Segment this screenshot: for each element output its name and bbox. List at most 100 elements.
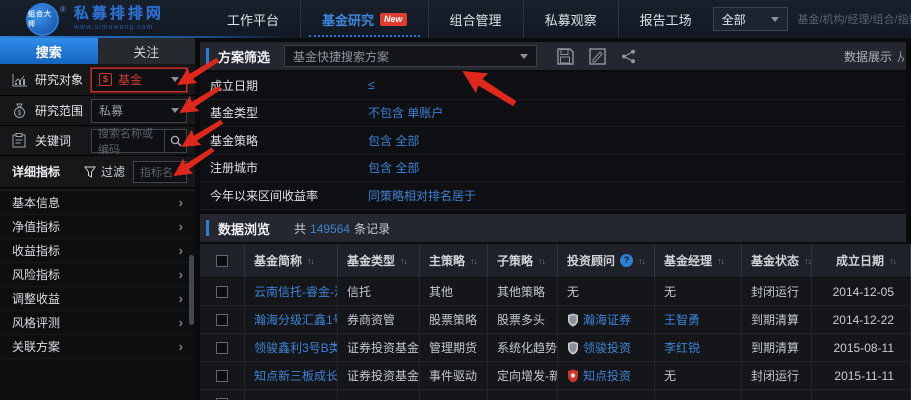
column-header-manager[interactable]: 基金经理 ↑↓ [655,244,742,278]
shield-red-icon [567,369,579,383]
advisor-link[interactable]: 知点投资 [558,362,655,390]
nav-item-report-factory[interactable]: 报告工场 [617,0,713,38]
sort-icon[interactable]: ↑↓ [889,256,897,266]
nav-item-observe[interactable]: 私募观察 [522,0,618,38]
status-cell: 封闭运行 [742,362,812,390]
select-all-checkbox[interactable] [216,254,228,267]
sub-strategy-cell: 股票多头 [488,306,558,334]
registered-mark: ® [60,4,66,14]
nav-item-portfolio[interactable]: 组合管理 [427,0,523,38]
search-button[interactable] [164,129,186,152]
topbar: 组合大师 ® 私募排排网 www.simuwang.com 工作平台 基金研究 … [0,0,911,38]
column-header-fund-name[interactable]: 基金简称 ↑↓ [245,244,338,278]
research-object-select[interactable]: $ 基金 [91,67,187,92]
row-checkbox[interactable] [216,369,228,382]
main-strategy-cell: 管理期货 [420,334,488,362]
status-cell: 到期清算 [742,334,812,362]
filter-value-link[interactable]: ≤ [368,78,375,92]
row-select-cell [200,306,245,334]
sub-strategy-cell: 其他策略 [488,278,558,306]
fund-name-link[interactable]: 云南信托-睿金-汇.. [245,278,338,306]
fund-name-link[interactable]: 知点新三板成长二号 [245,362,338,390]
research-scope-select[interactable]: 私募 [91,98,187,123]
clipped-text: 从 [897,49,904,64]
column-header-sub-strategy[interactable]: 子策略 ↑↓ [488,244,558,278]
select-all-cell [200,244,245,278]
global-search-input[interactable]: 基金/机构/经理/组合/指数/ [797,11,911,27]
caret-down-icon [171,77,179,82]
date-cell: 2015-11-11 [812,362,911,390]
sidebar-item-risk-indicators[interactable]: 风险指标 › [0,263,195,287]
advisor-link[interactable]: 瀚海证券 [558,306,655,334]
advisor-link[interactable]: 领骏投资 [558,334,655,362]
row-checkbox[interactable] [216,341,228,354]
keyword-row: 关键词 搜索名称或编码 [0,126,195,156]
column-header-established[interactable]: 成立日期 ↑↓ [812,244,911,278]
sort-icon[interactable]: ↑↓ [717,256,725,266]
main-strategy-cell: 股票策略 [420,306,488,334]
column-header-main-strategy[interactable]: 主策略 ↑↓ [420,244,488,278]
filter-value-link[interactable]: 包含 全部 [368,132,419,149]
filter-value-link[interactable]: 不包含 单账户 [368,104,443,121]
research-scope-label: 研究范围 [35,104,84,118]
caret-down-icon [520,53,529,59]
research-scope-row: $ 研究范围 私募 [0,96,195,126]
status-cell: 到期清算 [742,306,812,334]
sort-icon[interactable]: ↑↓ [538,256,546,266]
column-header-fund-type[interactable]: 基金类型 ↑↓ [338,244,420,278]
brand-text: 私募排排网 www.simuwang.com [74,6,164,31]
fund-type-cell: 证券投资基金 [338,362,420,390]
nav-item-fund-research[interactable]: 基金研究 New [300,0,428,38]
indicator-filter-input[interactable]: 指标名 [133,160,187,183]
row-select-cell [200,362,245,390]
filter-value-link[interactable]: 同策略相对排名居于 [368,187,476,204]
share-button[interactable] [621,49,636,64]
nav-item-workbench[interactable]: 工作平台 [206,0,300,38]
save-as-icon [589,47,606,65]
sort-icon[interactable]: ↑↓ [804,256,811,266]
manager-link[interactable]: 李红锐 [655,334,742,362]
sort-icon[interactable]: ↑↓ [307,256,315,266]
save-as-button[interactable] [589,47,606,65]
plan-actions [557,47,636,65]
chevron-right-icon: › [178,195,183,210]
row-checkbox[interactable] [216,313,228,326]
filter-row-fund-strategy: 基金策略 包含 全部 [200,127,906,155]
tab-search[interactable]: 搜索 [0,38,98,64]
logo-badge-text: 组合大师 [28,11,52,28]
sort-icon[interactable]: ↑↓ [638,256,646,266]
manager-link[interactable]: 王智勇 [655,306,742,334]
caret-down-icon [171,108,179,113]
fund-name-link[interactable]: 瀚海分级汇鑫1号B [245,306,338,334]
column-header-status[interactable]: 基金状态 ↑↓ [742,244,812,278]
sidebar-item-basic-info[interactable]: 基本信息 › [0,191,195,215]
main-strategy-cell: 事件驱动 [420,362,488,390]
sidebar-scrollbar[interactable] [189,255,194,325]
help-icon[interactable]: ? [620,254,634,267]
sort-icon[interactable]: ↑↓ [470,256,478,266]
sidebar-item-nav-indicators[interactable]: 净值指标 › [0,215,195,239]
brand: 组合大师 ® 私募排排网 www.simuwang.com [0,2,196,36]
filter-toggle[interactable]: 过滤 [84,163,125,180]
sidebar-item-adjusted-return[interactable]: 调整收益 › [0,287,195,311]
filter-value-link[interactable]: 包含 全部 [368,159,419,176]
chevron-right-icon: › [178,219,183,234]
sidebar-item-style-evaluation[interactable]: 风格评测 › [0,311,195,335]
search-scope-select[interactable]: 全部 [712,7,789,31]
keyword-input[interactable]: 搜索名称或编码 [92,128,164,156]
plan-select[interactable]: 基金快捷搜索方案 [284,45,538,67]
keyword-label: 关键词 [35,134,72,148]
data-display-link[interactable]: 数据展示 从 [844,48,906,65]
status-cell: 封闭运行 [742,278,812,306]
tab-follow[interactable]: 关注 [97,38,195,64]
sidebar-item-return-indicators[interactable]: 收益指标 › [0,239,195,263]
sort-icon[interactable]: ↑↓ [400,256,408,266]
fund-name-link[interactable]: 领骏鑫利3号B类 [245,334,338,362]
save-button[interactable] [557,47,574,65]
accent-bar [206,220,209,236]
row-checkbox[interactable] [216,285,228,298]
filter-row-established-date: 成立日期 ≤ [200,72,906,100]
column-header-advisor[interactable]: 投资顾问 ? ↑↓ [558,244,655,278]
sidebar-item-related-plans[interactable]: 关联方案 › [0,335,195,359]
plan-filter-bar: 方案筛选 基金快捷搜索方案 数据展示 从 [200,42,906,70]
